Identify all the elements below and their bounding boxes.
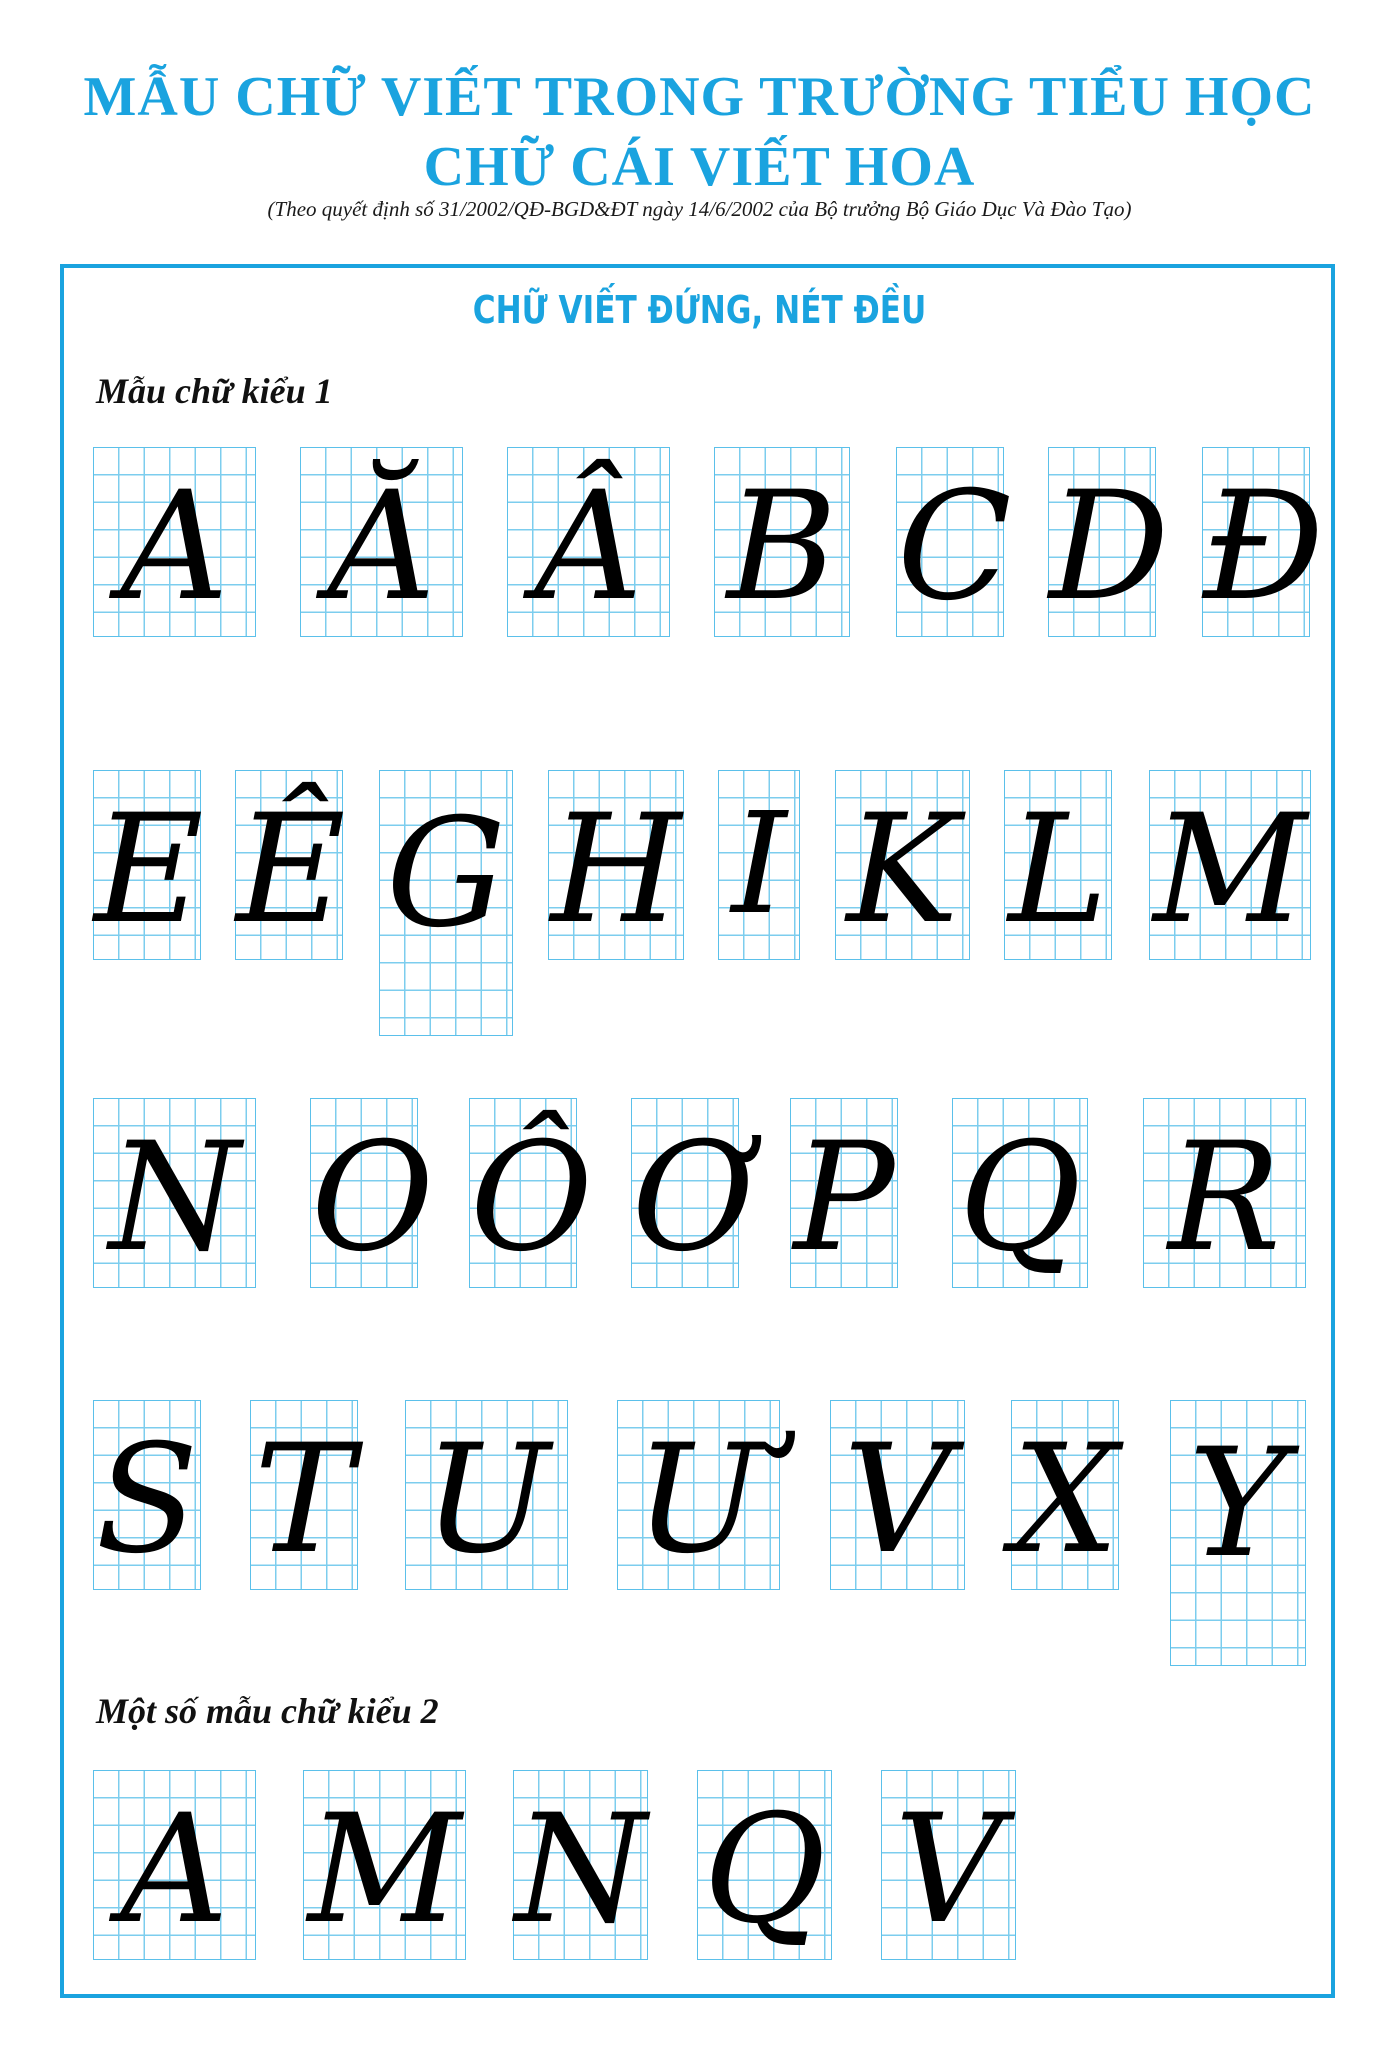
style-1-letter: Q: [958, 1111, 1082, 1285]
style-1-letter: P: [793, 1111, 895, 1285]
style-1-grid-cell: P: [790, 1098, 898, 1288]
style-1-letter: N: [108, 1111, 241, 1285]
style-1-grid-cell: U: [405, 1400, 568, 1590]
style-1-grid-cell: C: [896, 447, 1012, 637]
style-1-letter: V: [843, 1413, 952, 1587]
style-1-grid-cell: L: [1004, 770, 1112, 960]
style-1-letter: Â: [534, 460, 643, 634]
style-1-letter: E: [94, 783, 204, 957]
style-1-grid-cell: H: [548, 770, 684, 960]
style-1-letter: S: [95, 1413, 199, 1587]
style-1-letter: X: [1012, 1413, 1119, 1587]
style-1-letter: Ă: [327, 460, 436, 634]
style-1-grid-cell: D: [1048, 447, 1170, 637]
decree-reference: (Theo quyết định số 31/2002/QĐ-BGD&ĐT ng…: [267, 197, 1132, 221]
style-1-grid-cell: E: [93, 770, 204, 960]
style-2-grid-cell: A: [93, 1770, 256, 1960]
style-1-grid-cell: T: [250, 1400, 358, 1590]
style-1-grid-cell: K: [835, 770, 970, 960]
style-2-grid-cell: M: [303, 1770, 466, 1960]
style-1-label: Mẫu chữ kiểu 1: [96, 371, 333, 411]
style-1-letter: Ô: [470, 1111, 593, 1285]
style-2-label: Một số mẫu chữ kiểu 2: [96, 1691, 439, 1731]
style-1-grid-cell: I: [718, 770, 800, 960]
style-1-letter: D: [1049, 460, 1170, 634]
style-1-grid-cell: R: [1143, 1098, 1306, 1288]
style-2-letter: M: [307, 1783, 462, 1957]
style-1-grid-cell: N: [93, 1098, 256, 1288]
style-1-letter: H: [550, 783, 682, 957]
style-1-grid-cell: Â: [507, 447, 670, 637]
section-heading: CHỮ VIẾT ĐỨNG, NÉT ĐỀU: [472, 288, 927, 332]
style-1-letter: Ư: [635, 1413, 762, 1587]
style-1-letter: O: [311, 1111, 434, 1285]
style-1-grid-cell: Ê: [235, 770, 346, 960]
style-1-grid-cell: V: [830, 1400, 965, 1590]
style-1-grid-cell: B: [714, 447, 850, 637]
style-1-letter: Ê: [236, 783, 346, 957]
style-1-letter: I: [731, 783, 787, 946]
style-2-letter: Q: [703, 1783, 826, 1957]
style-1-grid-cell: O: [310, 1098, 434, 1288]
style-1-grid-cell: A: [93, 447, 256, 637]
style-1-letter: T: [253, 1413, 355, 1587]
style-1-letter: Đ: [1203, 460, 1325, 634]
style-2-letter: N: [514, 1783, 647, 1957]
style-1-letter: L: [1008, 783, 1108, 957]
style-1-letter: G: [386, 787, 506, 961]
style-1-grid-cell: Q: [952, 1098, 1088, 1288]
style-1-letter: K: [846, 783, 959, 957]
style-1-letter: M: [1153, 783, 1307, 957]
style-1-grid-cell: Ă: [300, 447, 463, 637]
style-2-letter: V: [894, 1783, 1003, 1957]
style-1-letter: C: [897, 460, 1012, 634]
style-1-letter: A: [120, 460, 229, 634]
style-1-grid-cell: X: [1011, 1400, 1119, 1590]
style-2-grid-cell: V: [881, 1770, 1016, 1960]
page-title: MẪU CHỮ VIẾT TRONG TRƯỜNG TIỂU HỌC: [83, 66, 1316, 128]
style-1-letter: Ơ: [632, 1111, 755, 1285]
style-1-grid-cell: Ư: [617, 1400, 780, 1590]
style-1-letter: U: [423, 1413, 550, 1587]
style-1-grid-cell: Đ: [1202, 447, 1325, 637]
style-1-grid-cell: Ơ: [631, 1098, 755, 1288]
style-2-letter: A: [120, 1783, 229, 1957]
style-1-grid-cell: S: [93, 1400, 201, 1590]
style-1-grid-cell: Y: [1170, 1400, 1306, 1666]
style-1-letter: B: [726, 460, 838, 634]
style-2-grid-cell: Q: [697, 1770, 832, 1960]
style-1-grid-cell: G: [379, 770, 513, 1036]
page-subtitle-heading: CHỮ CÁI VIẾT HOA: [423, 136, 976, 198]
style-1-letter: R: [1168, 1111, 1281, 1285]
style-1-grid-cell: M: [1149, 770, 1311, 960]
style-2-grid-cell: N: [513, 1770, 648, 1960]
style-1-grid-cell: Ô: [469, 1098, 593, 1288]
style-1-letter: Y: [1188, 1417, 1288, 1591]
